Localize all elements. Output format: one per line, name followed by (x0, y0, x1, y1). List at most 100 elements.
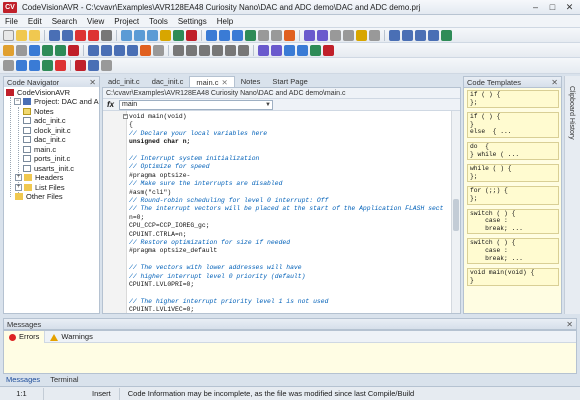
collapse-icon[interactable]: − (14, 98, 21, 105)
undo-icon[interactable] (304, 29, 315, 41)
unindent-icon[interactable] (402, 29, 413, 41)
expand-icon[interactable]: + (15, 174, 22, 181)
navigate-back-icon[interactable] (258, 44, 269, 56)
build-icon[interactable] (219, 29, 230, 41)
code-editor[interactable]: C:\cvavr\Examples\AVR128EA48 Curiosity N… (102, 87, 461, 314)
codewizard-icon[interactable] (186, 29, 197, 41)
close-icon[interactable]: ✕ (221, 78, 227, 87)
close-all-icon[interactable] (88, 29, 99, 41)
code-line[interactable]: // The vectors with lower addresses will… (129, 264, 302, 273)
open-recent-icon[interactable] (29, 29, 40, 41)
code-template[interactable]: while ( ) { }; (467, 164, 559, 183)
menu-view[interactable]: View (82, 15, 109, 28)
code-line[interactable]: n=0; (129, 214, 144, 223)
tab-errors[interactable]: Errors (4, 331, 46, 343)
tree-item-file[interactable]: ports_init.c (23, 154, 70, 163)
tree-item-file[interactable]: usarts_init.c (23, 164, 74, 173)
fold-icon[interactable]: − (123, 114, 128, 119)
codevision-icon[interactable] (75, 60, 86, 71)
code-area[interactable]: void main(void){// Declare your local va… (129, 111, 451, 313)
paste-icon[interactable] (356, 29, 367, 41)
fuse-icon[interactable] (114, 44, 125, 56)
clipboard-history-strip[interactable]: Clipboard History (564, 76, 580, 314)
compile-icon[interactable] (206, 29, 217, 41)
function-select[interactable]: main ▼ (119, 99, 273, 110)
close-file-icon[interactable] (75, 29, 86, 41)
save-all-icon[interactable] (62, 29, 73, 41)
stop-icon[interactable] (68, 44, 79, 56)
tree-item-file[interactable]: main.c (23, 145, 56, 154)
program-icon[interactable] (245, 29, 256, 41)
menu-tools[interactable]: Tools (144, 15, 173, 28)
code-line[interactable]: // Round-robin scheduling for level 0 in… (129, 197, 328, 206)
align-left-icon[interactable] (173, 44, 184, 56)
find-icon[interactable] (121, 29, 132, 41)
code-template[interactable]: for (;;) { }; (467, 186, 559, 205)
menu-edit[interactable]: Edit (23, 15, 47, 28)
zoom-out-icon[interactable] (297, 44, 308, 56)
menu-settings[interactable]: Settings (173, 15, 212, 28)
code-line[interactable]: // Interrupt system initialization (129, 155, 259, 164)
check-syntax-icon[interactable] (42, 44, 53, 56)
debug-icon[interactable] (258, 29, 269, 41)
delete-icon[interactable] (369, 29, 380, 41)
tab-adc-init[interactable]: adc_init.c (102, 76, 146, 87)
zoom-in-icon[interactable] (284, 44, 295, 56)
code-template[interactable]: if ( ) { }; (467, 90, 559, 109)
tab-start-page[interactable]: Start Page (266, 76, 313, 87)
tree-item-file[interactable]: adc_init.c (23, 116, 66, 125)
underline-icon[interactable] (225, 44, 236, 56)
goto-icon[interactable] (173, 29, 184, 41)
maximize-icon[interactable]: □ (546, 2, 559, 12)
font-icon[interactable] (238, 44, 249, 56)
code-line[interactable]: #pragma optsize_default (129, 247, 217, 256)
tab-main[interactable]: main.c ✕ (189, 76, 235, 87)
code-line[interactable]: // Optimize for speed (129, 163, 210, 172)
folder-icon[interactable] (3, 44, 14, 56)
tree-item-other-files[interactable]: Other Files (15, 192, 63, 201)
code-line[interactable]: CPUINT.CTRLA=n; (129, 231, 187, 240)
indent-icon[interactable] (389, 29, 400, 41)
vertical-scrollbar[interactable] (451, 111, 460, 313)
tree-item-notes[interactable]: Notes (23, 107, 54, 116)
help-icon[interactable] (441, 29, 452, 41)
configure-icon[interactable] (29, 44, 40, 56)
align-right-icon[interactable] (186, 44, 197, 56)
tree-item-list-files[interactable]: + List Files (15, 183, 65, 192)
properties-icon[interactable] (16, 44, 27, 56)
code-line[interactable]: CPUINT.LVL1VEC=0; (129, 306, 194, 313)
code-line[interactable]: void main(void) (129, 113, 187, 122)
find-in-files-icon[interactable] (147, 29, 158, 41)
clear-bookmarks-icon[interactable] (323, 44, 334, 56)
tree-item-headers[interactable]: + Headers (15, 173, 63, 182)
chip-icon[interactable] (271, 29, 282, 41)
tool-d-icon[interactable] (42, 60, 53, 71)
bookmark-icon[interactable] (160, 29, 171, 41)
code-line[interactable]: unsigned char n; (129, 138, 190, 147)
code-line[interactable]: #asm("cli") (129, 189, 171, 198)
tool-a-icon[interactable] (3, 60, 14, 71)
code-line[interactable]: // The higher interrupt priority level 1… (129, 298, 328, 307)
comment-icon[interactable] (415, 29, 426, 41)
toggle-bookmark-icon[interactable] (310, 44, 321, 56)
code-line[interactable]: // Restore optimization for size if need… (129, 239, 290, 248)
tool-c-icon[interactable] (29, 60, 40, 71)
cut-icon[interactable] (330, 29, 341, 41)
code-template[interactable]: void main(void) { } (467, 268, 559, 287)
new-file-icon[interactable] (3, 29, 14, 41)
terminal-icon[interactable] (284, 29, 295, 41)
code-line[interactable]: // The interrupt vectors will be placed … (129, 205, 443, 214)
code-line[interactable]: // Declare your local variables here (129, 130, 267, 139)
code-template[interactable]: if ( ) { } else { ... (467, 112, 559, 138)
settings-icon[interactable] (153, 44, 164, 56)
menu-search[interactable]: Search (47, 15, 82, 28)
tool-g-icon[interactable] (101, 60, 112, 71)
uncomment-icon[interactable] (428, 29, 439, 41)
tab-messages[interactable]: Messages (3, 375, 43, 385)
programmer-icon[interactable] (101, 44, 112, 56)
tool-f-icon[interactable] (88, 60, 99, 71)
replace-icon[interactable] (134, 29, 145, 41)
expand-icon[interactable]: + (15, 183, 22, 191)
tab-notes[interactable]: Notes (235, 76, 267, 87)
minimize-icon[interactable]: – (529, 2, 542, 12)
